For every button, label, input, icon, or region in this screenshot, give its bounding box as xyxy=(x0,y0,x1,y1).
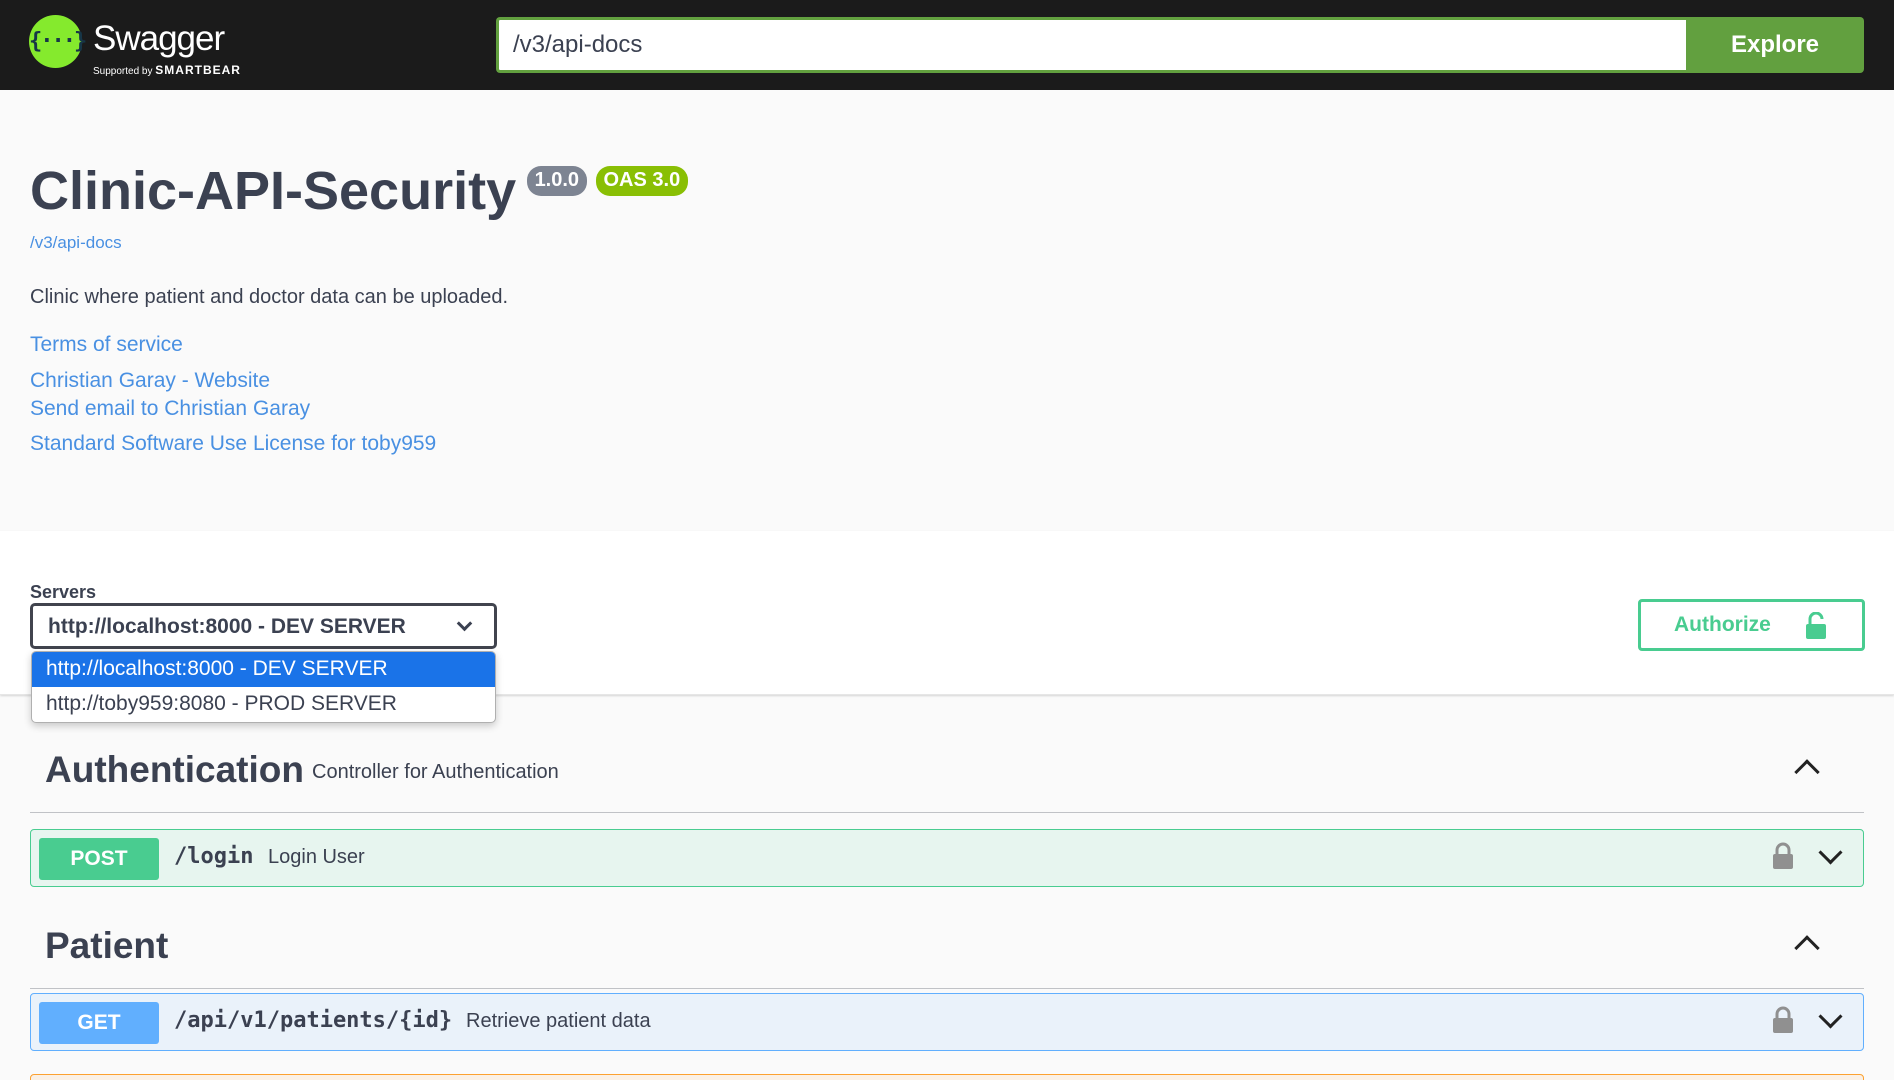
page-title: Clinic-API-Security xyxy=(30,161,517,221)
authorize-label: Authorize xyxy=(1674,613,1771,636)
operation-summary: Retrieve patient data xyxy=(466,1010,651,1032)
server-select[interactable]: http://localhost:8000 - DEV SERVER xyxy=(30,603,497,649)
operation-summary: Login User xyxy=(268,846,365,868)
tag-name: Patient xyxy=(45,925,169,966)
spec-link[interactable]: /v3/api-docs xyxy=(30,233,122,253)
chevron-up-icon[interactable] xyxy=(1794,759,1820,785)
lock-icon[interactable] xyxy=(1772,1006,1794,1034)
logo-subtitle: Supported by SMARTBEAR xyxy=(93,63,241,77)
topbar: {···} Swagger Supported by SMARTBEAR Exp… xyxy=(0,0,1894,90)
chevron-down-icon[interactable] xyxy=(1818,1004,1843,1029)
version-badge: 1.0.0 xyxy=(526,166,588,196)
license-link[interactable]: Standard Software Use License for toby95… xyxy=(30,432,436,456)
email-link[interactable]: Send email to Christian Garay xyxy=(30,397,310,421)
servers-label: Servers xyxy=(30,582,97,602)
api-description: Clinic where patient and doctor data can… xyxy=(30,286,509,308)
tag-authentication[interactable]: Authentication Controller for Authentica… xyxy=(30,725,1864,813)
chevron-down-icon[interactable] xyxy=(1818,840,1843,865)
info-header: Clinic-API-Security 1.0.0 OAS 3.0 xyxy=(30,160,1230,222)
operation-get-patient[interactable]: GET /api/v1/patients/{id} Retrieve patie… xyxy=(30,993,1864,1051)
tag-name: Authentication xyxy=(45,749,304,790)
operation-post-login[interactable]: POST /login Login User xyxy=(30,829,1864,887)
logo-name: Swagger xyxy=(93,19,225,58)
swagger-logo[interactable]: {···} Swagger Supported by SMARTBEAR xyxy=(29,15,259,77)
tag-patient[interactable]: Patient xyxy=(30,901,1864,989)
lock-icon[interactable] xyxy=(1772,842,1794,870)
operation-path: /api/v1/patients/{id} xyxy=(174,1008,453,1033)
terms-link[interactable]: Terms of service xyxy=(30,333,183,357)
server-select-value: http://localhost:8000 - DEV SERVER xyxy=(48,615,406,638)
method-badge: GET xyxy=(39,1002,159,1044)
logo-sub-brand: SMARTBEAR xyxy=(155,63,241,77)
authorize-button[interactable]: Authorize xyxy=(1638,599,1865,651)
explore-button[interactable]: Explore xyxy=(1686,17,1864,73)
website-link[interactable]: Christian Garay - Website xyxy=(30,369,270,393)
tag-description: Controller for Authentication xyxy=(312,761,559,783)
operation-partial[interactable] xyxy=(30,1074,1864,1080)
unlock-icon xyxy=(1806,612,1826,639)
server-dropdown: http://localhost:8000 - DEV SERVER http:… xyxy=(31,651,496,723)
chevron-up-icon[interactable] xyxy=(1794,935,1820,961)
server-option-prod[interactable]: http://toby959:8080 - PROD SERVER xyxy=(32,687,495,722)
logo-sub-prefix: Supported by xyxy=(93,66,153,77)
server-option-dev[interactable]: http://localhost:8000 - DEV SERVER xyxy=(32,652,495,687)
method-badge: POST xyxy=(39,838,159,880)
oas-badge: OAS 3.0 xyxy=(595,166,689,196)
swagger-logo-icon: {···} xyxy=(29,15,87,68)
operation-path: /login xyxy=(174,844,254,869)
chevron-down-icon xyxy=(456,615,473,632)
spec-url-input[interactable] xyxy=(496,17,1686,73)
